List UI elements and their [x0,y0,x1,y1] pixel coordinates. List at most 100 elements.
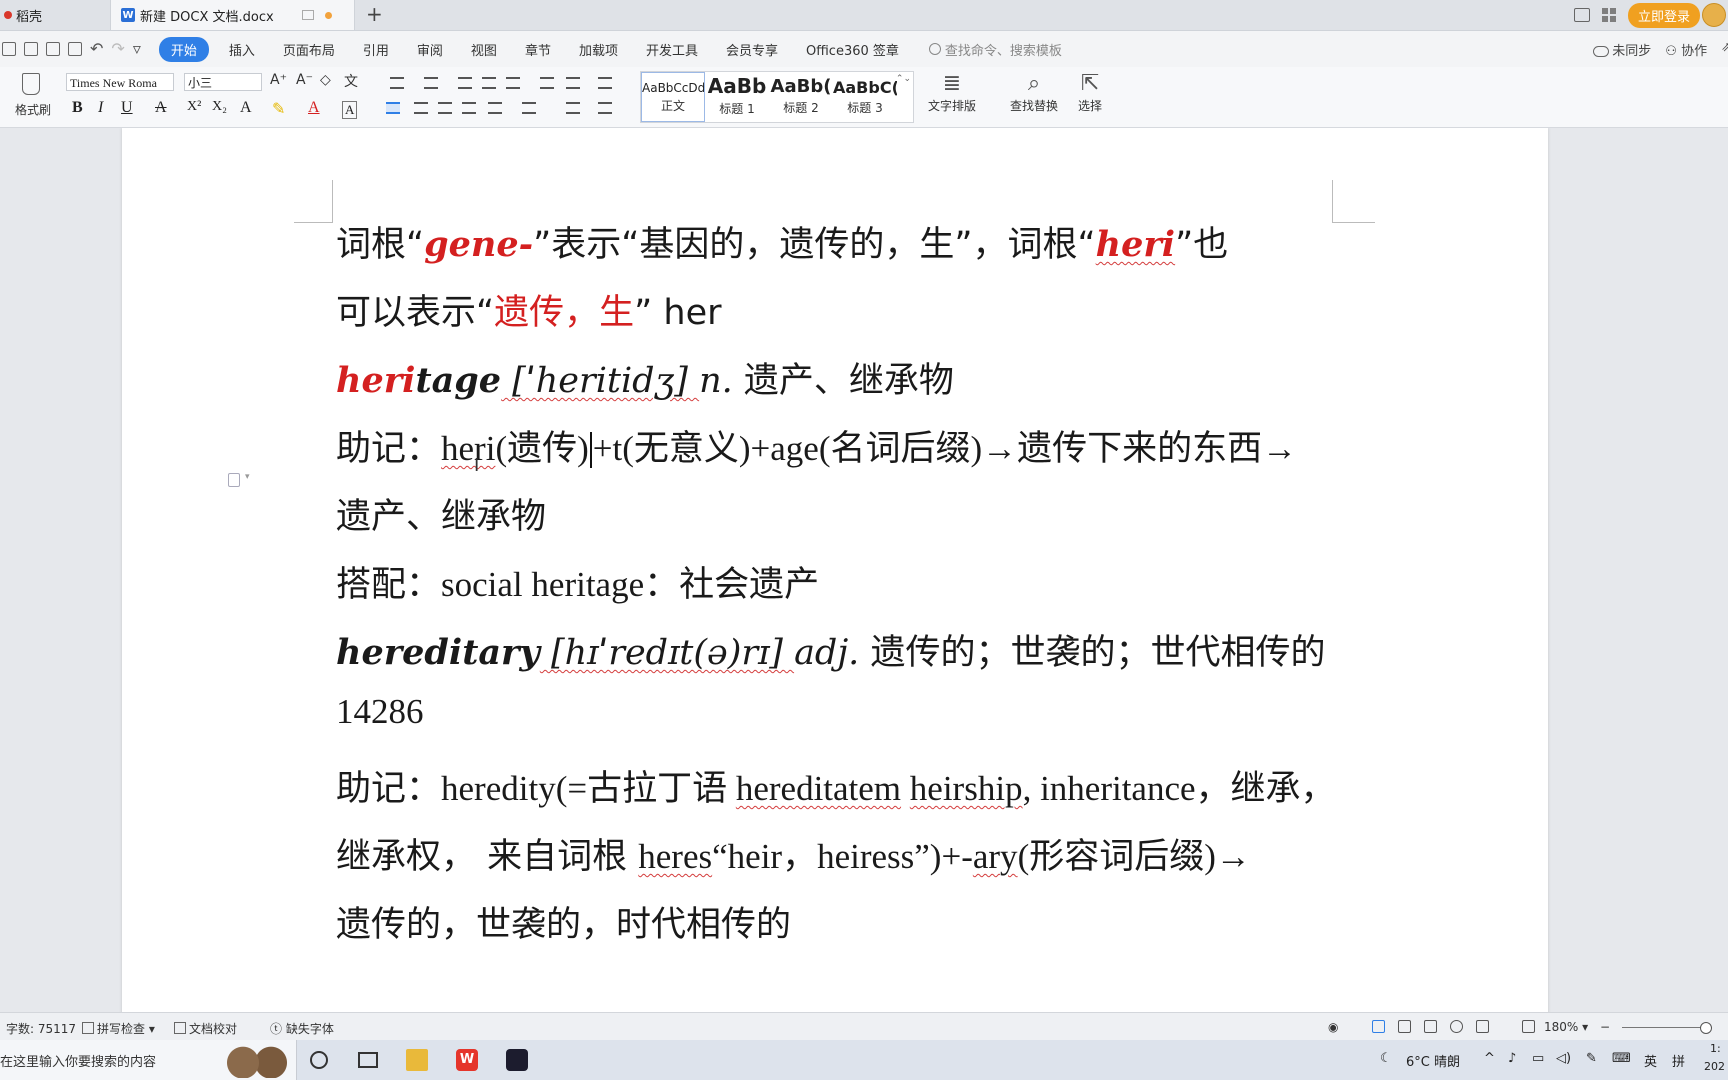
task-view-icon[interactable] [358,1052,378,1068]
command-search[interactable]: 查找命令、搜索模板 [928,40,1062,59]
phonetic-icon[interactable]: 文 [344,71,358,91]
taskbar-search[interactable]: 在这里输入你要搜索的内容 [0,1040,297,1080]
shading-icon[interactable] [566,102,580,114]
collaborate-button[interactable]: ⚇ 协作 [1665,40,1707,59]
menu-section[interactable]: 章节 [511,40,565,59]
zoom-out-icon[interactable]: − [1600,1020,1610,1034]
decrease-indent-icon[interactable] [458,77,472,89]
clock-time[interactable]: 1: [1710,1042,1721,1055]
text-direction-icon[interactable] [540,77,554,89]
customize-chevron-icon[interactable]: ▿ [133,41,141,57]
network-icon[interactable]: ▭ [1532,1051,1544,1066]
zoom-slider[interactable] [1622,1027,1704,1028]
style-heading-3[interactable]: AaBbC( 标题 3 [833,72,897,122]
paragraph-menu-icon[interactable] [228,473,240,487]
shrink-font-icon[interactable]: A⁻ [296,72,313,88]
increase-indent-icon[interactable] [482,77,496,89]
missing-font-button[interactable]: ⓣ 缺失字体 [270,1020,334,1037]
avatar[interactable] [1702,2,1726,27]
document-area[interactable]: ▾ 词根“gene-”表示“基因的，遗传的，生”，词根“heri”也 可以表示“… [0,128,1728,1012]
menu-references[interactable]: 引用 [349,40,403,59]
bullet-list-icon[interactable] [390,77,404,89]
menu-office360-sign[interactable]: Office360 签章 [792,40,913,59]
weather-text[interactable]: 6°C 晴朗 [1406,1051,1460,1070]
paragraph-menu-chevron-icon[interactable]: ▾ [245,472,250,482]
menu-page-layout[interactable]: 页面布局 [269,40,349,59]
underline-button[interactable]: U [121,99,133,117]
clear-format-icon[interactable]: ◇ [320,72,331,88]
font-color-icon[interactable]: A [308,99,320,117]
menu-developer[interactable]: 开发工具 [632,40,712,59]
page-view-icon[interactable] [1372,1020,1385,1033]
sort-icon[interactable] [566,77,580,89]
highlight-icon[interactable]: ✎ [272,99,285,119]
export-icon[interactable] [24,42,38,56]
numbered-list-icon[interactable] [424,77,438,89]
print-preview-icon[interactable] [68,42,82,56]
menu-addins[interactable]: 加载项 [565,40,632,59]
font-size-select[interactable]: 小三 [184,73,262,91]
format-brush-icon[interactable] [22,73,40,95]
pen-icon[interactable]: ✎ [1586,1051,1597,1066]
window-layout-icon[interactable] [1573,8,1590,22]
chinese-layout-icon[interactable] [506,77,520,89]
microphone-icon[interactable]: ♪ [1508,1051,1516,1066]
distribute-icon[interactable] [488,102,502,114]
menu-view[interactable]: 视图 [457,40,511,59]
format-brush-label[interactable]: 格式刷 [15,101,51,118]
tab-home[interactable]: 稻壳 [0,0,114,30]
menu-review[interactable]: 审阅 [403,40,457,59]
zoom-level[interactable]: 180% ▾ [1544,1020,1588,1034]
clock-date[interactable]: 202 [1704,1060,1725,1073]
gallery-scroll-icon[interactable]: ⌃⌄ [896,74,911,84]
font-family-select[interactable]: Times New Roma [66,73,174,91]
subscript-icon[interactable]: X₂ [212,99,227,115]
menu-home[interactable]: 开始 [158,36,209,62]
login-button[interactable]: 立即登录 [1627,2,1726,28]
print-icon[interactable] [46,42,60,56]
ime-language[interactable]: 英 [1644,1051,1657,1070]
superscript-icon[interactable]: X² [187,99,201,115]
bold-button[interactable]: B [72,99,83,117]
tab-document[interactable]: W 新建 DOCX 文档.docx [110,0,355,30]
align-center-icon[interactable] [414,102,428,114]
strikethrough-icon[interactable]: A [155,99,167,117]
italic-button[interactable]: I [98,99,103,117]
grow-font-icon[interactable]: A⁺ [270,72,287,88]
style-normal[interactable]: AaBbCcDd 正文 [641,72,705,122]
keyboard-icon[interactable]: ⌨ [1612,1051,1631,1066]
find-replace-button[interactable]: ⌕ 查找替换 [1010,71,1058,114]
camera-app-icon[interactable] [506,1049,528,1071]
menu-member[interactable]: 会员专享 [712,40,792,59]
style-heading-2[interactable]: AaBb( 标题 2 [769,72,833,122]
show-marks-icon[interactable] [598,77,612,89]
outline-view-icon[interactable] [1398,1020,1411,1033]
word-count[interactable]: 字数: 75117 [6,1020,76,1037]
align-right-icon[interactable] [438,102,452,114]
web-view-icon[interactable] [1450,1020,1463,1033]
write-view-icon[interactable] [1476,1020,1489,1033]
fit-page-icon[interactable] [1522,1020,1535,1033]
sync-status[interactable]: 未同步 [1593,40,1651,59]
proofread-button[interactable]: 文档校对 [174,1020,237,1037]
file-explorer-icon[interactable] [406,1049,428,1071]
ime-mode[interactable]: 拼 [1672,1051,1685,1070]
apps-grid-icon[interactable] [1601,8,1616,22]
line-spacing-icon[interactable] [522,102,536,114]
new-tab-button[interactable]: + [366,2,383,26]
text-effect-icon[interactable]: A [240,99,252,117]
volume-icon[interactable]: ◁) [1556,1051,1571,1066]
document-page[interactable]: ▾ 词根“gene-”表示“基因的，遗传的，生”，词根“heri”也 可以表示“… [122,128,1548,1012]
tray-chevron-icon[interactable]: ^ [1484,1051,1495,1066]
wps-office-icon[interactable]: W [456,1049,478,1071]
zoom-slider-thumb[interactable] [1700,1022,1712,1034]
share-icon[interactable]: ⇗ [1721,40,1728,59]
text-layout-button[interactable]: ≣ 文字排版 [928,71,976,114]
eye-protection-icon[interactable]: ◉ [1328,1020,1338,1034]
align-left-icon[interactable] [386,102,400,114]
borders-icon[interactable] [598,102,612,114]
menu-insert[interactable]: 插入 [215,40,269,59]
undo-icon[interactable]: ↶ [90,41,103,57]
style-heading-1[interactable]: AaBb 标题 1 [705,72,769,122]
save-icon[interactable] [2,42,16,56]
